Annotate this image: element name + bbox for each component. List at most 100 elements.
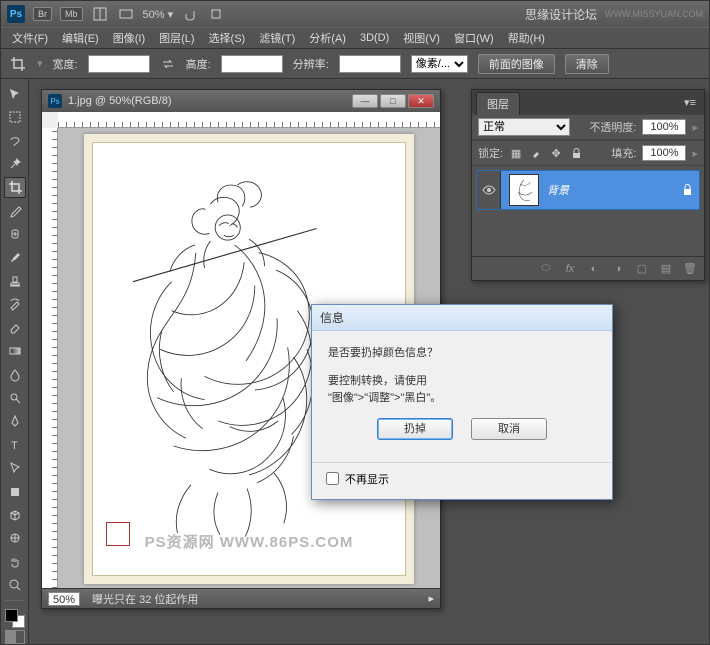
- visibility-eye-icon[interactable]: [477, 171, 501, 209]
- height-label: 高度:: [186, 56, 211, 72]
- opacity-value[interactable]: 100%: [642, 119, 686, 135]
- fill-label: 填充:: [611, 145, 636, 161]
- res-unit-select[interactable]: 像素/...: [411, 55, 468, 73]
- type-tool[interactable]: T: [4, 434, 26, 455]
- front-image-button[interactable]: 前面的图像: [478, 54, 555, 74]
- app-titlebar: Ps Br Mb 50% ▾ 思缘设计论坛 WWW.MISSYUAN.COM: [1, 1, 709, 27]
- close-button[interactable]: ✕: [408, 94, 434, 108]
- menu-help[interactable]: 帮助(H): [503, 28, 550, 48]
- swap-wh-icon[interactable]: [160, 56, 176, 72]
- lock-label: 锁定:: [478, 145, 503, 161]
- gradient-tool[interactable]: [4, 341, 26, 362]
- stamp-tool[interactable]: [4, 270, 26, 291]
- menu-select[interactable]: 选择(S): [204, 28, 251, 48]
- history-brush-tool[interactable]: [4, 294, 26, 315]
- discard-button[interactable]: 扔掉: [377, 418, 453, 440]
- layer-fx-icon[interactable]: fx: [562, 261, 578, 277]
- menu-edit[interactable]: 编辑(E): [57, 28, 104, 48]
- width-input[interactable]: [88, 55, 150, 73]
- lock-move-icon[interactable]: ✥: [549, 146, 563, 160]
- delete-layer-icon[interactable]: 🗑: [682, 261, 698, 277]
- new-layer-icon[interactable]: ▤: [658, 261, 674, 277]
- menu-filter[interactable]: 滤镜(T): [254, 28, 300, 48]
- layers-list: 背景: [472, 170, 704, 256]
- lasso-tool[interactable]: [4, 130, 26, 151]
- quick-mask-toggle[interactable]: [5, 630, 25, 644]
- panel-menu-icon[interactable]: ▾≡: [684, 96, 700, 109]
- crop-tool-icon[interactable]: [9, 55, 27, 73]
- bridge-badge[interactable]: Br: [33, 7, 52, 21]
- minimize-button[interactable]: —: [352, 94, 378, 108]
- hand-tool[interactable]: [4, 551, 26, 572]
- dialog-hint: 要控制转换，请使用"图像">"调整">"黑白"。: [328, 373, 596, 408]
- adjustment-layer-icon[interactable]: ◑: [610, 261, 626, 277]
- screen-mode-icon[interactable]: [117, 5, 135, 23]
- ps-logo-icon: Ps: [7, 5, 25, 23]
- panels-dock: 图层 ▾≡ 正常 不透明度: 100% ▸ 锁定: ▦ ✥ 填充: 100% ▸: [471, 89, 705, 281]
- document-titlebar[interactable]: Ps 1.jpg @ 50%(RGB/8) — □ ✕: [42, 90, 440, 112]
- 3d-tool[interactable]: [4, 504, 26, 525]
- res-input[interactable]: [339, 55, 401, 73]
- tab-layers[interactable]: 图层: [476, 92, 520, 115]
- noshow-checkbox[interactable]: [326, 472, 339, 485]
- site-url: WWW.MISSYUAN.COM: [605, 9, 703, 19]
- doc-zoom-field[interactable]: 50%: [48, 592, 80, 606]
- menu-3d[interactable]: 3D(D): [355, 30, 394, 46]
- cancel-button[interactable]: 取消: [471, 418, 547, 440]
- layer-mask-icon[interactable]: ◐: [586, 261, 602, 277]
- shape-tool[interactable]: [4, 481, 26, 502]
- noshow-label: 不再显示: [345, 471, 389, 487]
- site-name: 思缘设计论坛: [525, 6, 597, 23]
- options-bar: ▾ 宽度: 高度: 分辨率: 像素/... 前面的图像 清除: [1, 49, 709, 79]
- hand-view-icon[interactable]: [181, 5, 199, 23]
- marquee-tool[interactable]: [4, 106, 26, 127]
- wand-tool[interactable]: [4, 153, 26, 174]
- menu-layer[interactable]: 图层(L): [154, 28, 199, 48]
- ruler-horizontal[interactable]: [58, 112, 440, 128]
- crop-tool[interactable]: [4, 177, 26, 198]
- document-title: 1.jpg @ 50%(RGB/8): [68, 95, 172, 107]
- zoom-tool[interactable]: [4, 575, 26, 596]
- layer-thumbnail[interactable]: [509, 174, 539, 206]
- layers-footer: ⬭ fx ◐ ◑ ▢ ▤ 🗑: [472, 256, 704, 280]
- lock-paint-icon[interactable]: [529, 146, 543, 160]
- link-layers-icon[interactable]: ⬭: [538, 261, 554, 277]
- info-dialog: 信息 是否要扔掉颜色信息？ 要控制转换，请使用"图像">"调整">"黑白"。 扔…: [311, 304, 613, 500]
- maximize-button[interactable]: □: [380, 94, 406, 108]
- lock-trans-icon[interactable]: ▦: [509, 146, 523, 160]
- eyedropper-tool[interactable]: [4, 200, 26, 221]
- doc-arrange-icon[interactable]: [91, 5, 109, 23]
- app-zoom-select[interactable]: 50% ▾: [143, 8, 174, 21]
- path-select-tool[interactable]: [4, 458, 26, 479]
- layer-name[interactable]: 背景: [547, 182, 569, 198]
- dialog-titlebar[interactable]: 信息: [312, 305, 612, 331]
- height-input[interactable]: [221, 55, 283, 73]
- clear-button[interactable]: 清除: [565, 54, 609, 74]
- zoom-view-icon[interactable]: [207, 5, 225, 23]
- menu-view[interactable]: 视图(V): [398, 28, 445, 48]
- dodge-tool[interactable]: [4, 387, 26, 408]
- lock-all-icon[interactable]: [569, 146, 583, 160]
- menu-window[interactable]: 窗口(W): [449, 28, 499, 48]
- blur-tool[interactable]: [4, 364, 26, 385]
- move-tool[interactable]: [4, 83, 26, 104]
- pen-tool[interactable]: [4, 411, 26, 432]
- menu-file[interactable]: 文件(F): [7, 28, 53, 48]
- menu-bar: 文件(F) 编辑(E) 图像(I) 图层(L) 选择(S) 滤镜(T) 分析(A…: [1, 27, 709, 49]
- healing-tool[interactable]: [4, 223, 26, 244]
- 3d-camera-tool[interactable]: [4, 528, 26, 549]
- blend-mode-select[interactable]: 正常: [478, 118, 570, 136]
- minibridge-badge[interactable]: Mb: [60, 7, 83, 21]
- dialog-question: 是否要扔掉颜色信息？: [328, 345, 596, 363]
- layer-group-icon[interactable]: ▢: [634, 261, 650, 277]
- workspace: T Ps 1.jpg @ 50%(RGB/8) — □ ✕: [1, 79, 709, 644]
- color-swatch[interactable]: [5, 609, 25, 628]
- document-statusbar: 50% 曝光只在 32 位起作用 ▸: [42, 588, 440, 608]
- menu-analysis[interactable]: 分析(A): [304, 28, 351, 48]
- ruler-vertical[interactable]: [42, 128, 58, 588]
- fill-value[interactable]: 100%: [642, 145, 686, 161]
- menu-image[interactable]: 图像(I): [108, 28, 150, 48]
- layer-row[interactable]: 背景: [476, 170, 700, 210]
- brush-tool[interactable]: [4, 247, 26, 268]
- eraser-tool[interactable]: [4, 317, 26, 338]
